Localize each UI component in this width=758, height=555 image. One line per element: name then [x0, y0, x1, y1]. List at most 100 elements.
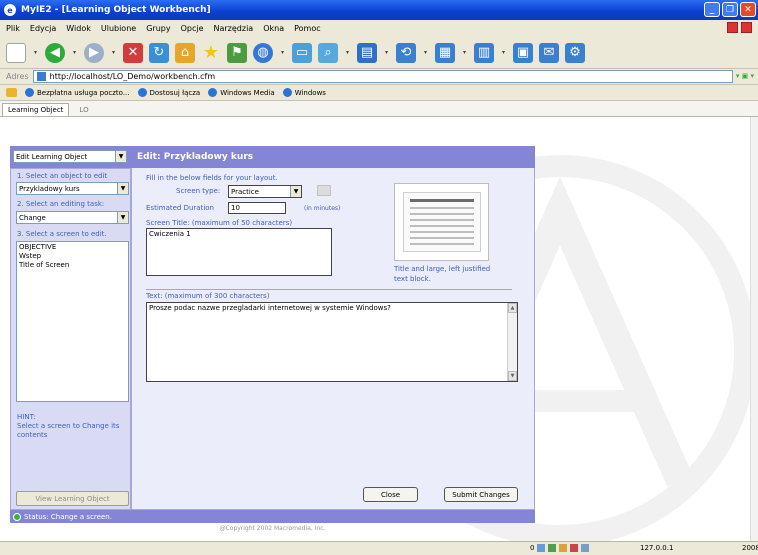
page-icon[interactable]: ▤	[357, 42, 377, 63]
chevron-down-icon[interactable]: ▾	[32, 43, 39, 63]
download-icon[interactable]	[559, 544, 568, 552]
tile-icon[interactable]: ▦	[435, 42, 455, 63]
hint: HINT: Select a screen to Change its cont…	[17, 413, 125, 440]
title-bar: e MyIE2 - [Learning Object Workbench] _ …	[0, 0, 758, 20]
list-item[interactable]: OBJECTIVE	[19, 243, 126, 252]
text-value: Prosze podac nazwe przegladarki internet…	[149, 304, 391, 312]
folder-icon	[6, 88, 17, 97]
chevron-down-icon[interactable]: ▾	[71, 43, 78, 63]
object-select[interactable]: Przykladowy kurs ▼	[16, 182, 129, 195]
link-item[interactable]: Windows Media	[208, 88, 275, 97]
preview-line	[410, 237, 474, 239]
chevron-down-icon[interactable]: ▾	[279, 43, 286, 63]
screen-title-input[interactable]: Cwiczenia 1	[146, 228, 332, 276]
scroll-up-icon[interactable]: ▲	[508, 303, 517, 313]
menu-bar: Plik Edycja Widok Ulubione Grupy Opcje N…	[0, 20, 758, 37]
preview-line	[410, 231, 474, 233]
stop-icon[interactable]: ✕	[123, 42, 143, 63]
globe-icon[interactable]: ◍	[253, 42, 273, 63]
menu-okna[interactable]: Okna	[263, 24, 284, 33]
link-label: Dostosuj łącza	[149, 88, 201, 97]
refresh-icon[interactable]: ↻	[149, 42, 169, 63]
hint-title: HINT:	[17, 413, 36, 421]
list-item[interactable]: Title of Screen	[19, 261, 126, 270]
tab-close-icon[interactable]	[727, 22, 738, 33]
task-select[interactable]: Change ▼	[16, 211, 129, 224]
chevron-down-icon[interactable]: ▾	[461, 43, 468, 63]
network-icon	[581, 544, 590, 552]
chevron-down-icon[interactable]: ▾	[422, 43, 429, 63]
view-learning-object-button[interactable]: View Learning Object	[16, 491, 129, 506]
menu-narzedzia[interactable]: Narzędzia	[214, 24, 254, 33]
chevron-down-icon[interactable]: ▾	[110, 43, 117, 63]
address-input[interactable]: http://localhost/LO_Demo/workbench.cfm	[32, 70, 733, 83]
cascade-icon[interactable]: ▥	[474, 42, 494, 63]
hint-text: Select a screen to Change its contents	[17, 422, 120, 439]
home-icon[interactable]: ⌂	[175, 42, 195, 63]
text-input[interactable]: Prosze podac nazwe przegladarki internet…	[146, 302, 518, 382]
chevron-down-icon[interactable]: ▾	[500, 43, 507, 63]
back-icon[interactable]: ◀	[45, 42, 65, 63]
duration-unit: (in minutes)	[304, 205, 341, 212]
menu-widok[interactable]: Widok	[66, 24, 91, 33]
groups-icon[interactable]: ⚑	[227, 42, 247, 63]
link-item[interactable]: Dostosuj łącza	[137, 88, 201, 97]
left-panel: 1. Select an object to edit Przykladowy …	[10, 168, 131, 510]
divider	[146, 289, 512, 290]
menu-grupy[interactable]: Grupy	[146, 24, 170, 33]
tools-icon[interactable]: ⚙	[565, 42, 585, 63]
forward-icon[interactable]: ▶	[84, 42, 104, 63]
chevron-down-icon[interactable]: ▾	[383, 43, 390, 63]
link-item[interactable]: Bezpłatna usługa poczto...	[25, 88, 130, 97]
tab-close-all-icon[interactable]	[741, 22, 752, 33]
menu-pomoc[interactable]: Pomoc	[294, 24, 321, 33]
close-form-button[interactable]: Close	[363, 487, 418, 502]
screen-list[interactable]: OBJECTIVE Wstep Title of Screen	[16, 241, 129, 402]
step1-label: 1. Select an object to edit	[17, 172, 108, 180]
duration-input[interactable]: 10	[228, 202, 286, 214]
text-scrollbar[interactable]: ▲ ▼	[507, 303, 517, 381]
search-icon[interactable]: ⌕	[318, 42, 338, 63]
window-icon[interactable]: ▭	[292, 42, 312, 63]
minimize-button[interactable]: _	[704, 2, 720, 17]
mode-select[interactable]: Edit Learning Object ▼	[13, 150, 127, 163]
browser-scrollbar[interactable]	[750, 117, 758, 541]
chevron-down-icon: ▼	[290, 186, 301, 197]
step2-label: 2. Select an editing task:	[17, 200, 105, 208]
history-icon[interactable]: ⟲	[396, 42, 416, 63]
mode-select-value: Edit Learning Object	[16, 152, 88, 161]
address-bar: Adres http://localhost/LO_Demo/workbench…	[0, 69, 758, 85]
chevron-down-icon[interactable]: ▾	[344, 43, 351, 63]
new-page-icon[interactable]	[6, 42, 26, 63]
menu-ulubione[interactable]: Ulubione	[101, 24, 136, 33]
status-year: 2008	[742, 544, 758, 552]
restore-button[interactable]: ❐	[722, 2, 738, 17]
link-item[interactable]: Windows	[282, 88, 326, 97]
go-icon[interactable]: ▾ ▣ ▾	[736, 72, 754, 80]
tab-learning-object[interactable]: Learning Object	[2, 103, 70, 116]
mail-icon[interactable]: ✉	[539, 42, 559, 63]
list-item[interactable]: Wstep	[19, 252, 126, 261]
status-text: Status: Change a screen.	[24, 512, 112, 521]
menu-opcje[interactable]: Opcje	[181, 24, 204, 33]
address-url: http://localhost/LO_Demo/workbench.cfm	[49, 72, 216, 81]
tab-lo[interactable]: LO	[73, 103, 94, 116]
submit-changes-button[interactable]: Submit Changes	[444, 487, 518, 502]
duration-label: Estimated Duration	[146, 204, 214, 212]
filter-icon[interactable]	[548, 544, 557, 552]
screen-type-select[interactable]: Practice ▼	[228, 185, 302, 198]
chevron-down-icon: ▼	[115, 151, 126, 162]
layout-icon[interactable]: ▣	[513, 42, 533, 63]
close-button[interactable]: ✕	[740, 2, 756, 17]
page-favicon-icon	[36, 72, 46, 81]
link-label: Bezpłatna usługa poczto...	[37, 88, 130, 97]
menu-plik[interactable]: Plik	[6, 24, 20, 33]
chevron-down-icon: ▼	[117, 212, 128, 223]
screen-type-value: Practice	[231, 187, 259, 196]
favorites-star-icon[interactable]: ★	[201, 42, 221, 63]
link-label: Windows	[294, 88, 326, 97]
block-icon[interactable]	[570, 544, 579, 552]
scroll-down-icon[interactable]: ▼	[508, 371, 517, 381]
address-label: Adres	[6, 72, 29, 81]
menu-edycja[interactable]: Edycja	[30, 24, 56, 33]
